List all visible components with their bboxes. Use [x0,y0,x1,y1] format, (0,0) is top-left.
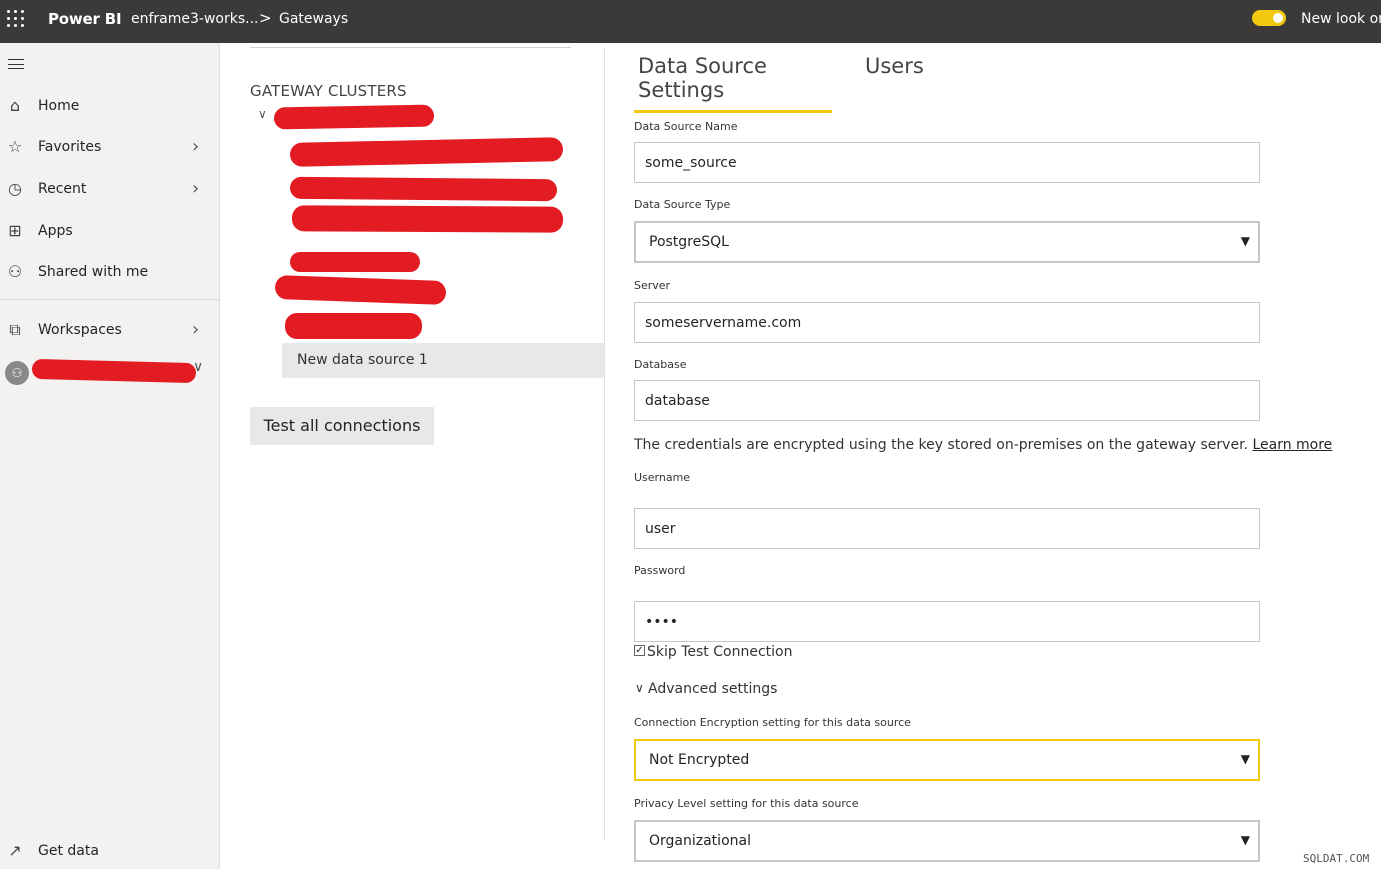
gateway-clusters-heading: GATEWAY CLUSTERS [250,82,407,100]
sidebar-item-label: Workspaces [38,322,122,338]
home-icon: ⌂ [9,96,21,115]
sidebar: ⌂ Home ☆ Favorites › ◷ Recent › ⊞ Apps ⚇… [0,43,220,869]
privacy-label: Privacy Level setting for this data sour… [634,797,859,810]
password-label: Password [634,564,686,577]
test-all-connections-button[interactable]: Test all connections [250,407,434,445]
star-icon: ☆ [7,137,23,156]
redacted-data-source [291,205,564,233]
apps-icon: ⊞ [8,221,22,240]
app-launcher-icon[interactable] [7,10,25,28]
credentials-text: The credentials are encrypted using the … [634,437,1253,453]
data-source-type-value: PostgreSQL [649,234,729,250]
sidebar-item-workspaces[interactable]: ⧉ Workspaces › [0,313,219,349]
data-source-label: New data source 1 [297,352,428,368]
chevron-down-icon[interactable]: ∨ [635,681,644,695]
panel-separator [604,48,605,840]
dropdown-arrow-icon: ▼ [1240,833,1250,847]
watermark: SQLDAT.COM [1303,852,1370,865]
sidebar-item-label: Shared with me [38,264,149,280]
sidebar-item-favorites[interactable]: ☆ Favorites › [0,130,219,166]
new-look-toggle[interactable] [1252,10,1286,26]
new-look-label: New look on [1301,11,1381,27]
redacted-data-source [289,176,558,202]
data-source-name-label: Data Source Name [634,120,738,133]
dropdown-arrow-icon: ▼ [1240,234,1250,248]
chevron-right-icon[interactable]: › [192,178,199,199]
shared-icon: ⚇ [7,262,23,281]
sidebar-item-label: Home [38,98,80,114]
hamburger-menu-icon[interactable] [8,59,24,69]
sidebar-item-label: Get data [38,843,99,859]
redacted-gateway-name [273,104,435,130]
top-bar: Power BI enframe3-works... > Gateways Ne… [0,0,1381,43]
encryption-value: Not Encrypted [649,752,750,768]
sidebar-item-shared[interactable]: ⚇ Shared with me [0,255,219,291]
redacted-data-source [290,252,420,272]
sidebar-item-home[interactable]: ⌂ Home [0,89,219,125]
server-input[interactable] [634,302,1260,343]
arrow-up-right-icon: ↗ [8,841,22,860]
workspace-avatar[interactable]: ⚇ [5,361,29,385]
data-source-type-select[interactable]: PostgreSQL ▼ [634,221,1260,263]
redacted-data-source [274,275,447,305]
privacy-level-select[interactable]: Organizational ▼ [634,820,1260,862]
chevron-right-icon[interactable]: › [192,136,199,157]
chevron-right-icon[interactable]: › [192,319,199,340]
server-label: Server [634,279,671,292]
username-label: Username [634,471,691,484]
chevron-down-icon[interactable]: ∨ [258,107,267,121]
chevron-right-icon: > [259,9,272,27]
redacted-data-source [289,137,564,167]
sidebar-item-label: Favorites [38,139,102,155]
encryption-select[interactable]: Not Encrypted ▼ [634,739,1260,781]
database-input[interactable] [634,380,1260,421]
data-source-type-label: Data Source Type [634,198,731,211]
credentials-info: The credentials are encrypted using the … [634,437,1332,453]
panel-divider [250,47,571,48]
breadcrumb-workspace[interactable]: enframe3-works... [131,11,258,27]
advanced-settings-toggle[interactable]: Advanced settings [648,681,777,697]
sidebar-item-label: Recent [38,181,87,197]
workspaces-icon: ⧉ [9,320,21,339]
password-input[interactable] [634,601,1260,642]
privacy-level-value: Organizational [649,833,751,849]
clock-icon: ◷ [8,179,22,198]
data-source-item-selected[interactable]: New data source 1 [282,343,604,378]
encryption-label: Connection Encryption setting for this d… [634,716,911,729]
breadcrumb-gateways: Gateways [279,11,349,27]
skip-test-connection-checkbox[interactable]: ✓ [634,645,645,656]
username-input[interactable] [634,508,1260,549]
database-label: Database [634,358,687,371]
sidebar-item-label: Apps [38,223,73,239]
redacted-data-source [285,313,422,339]
learn-more-link[interactable]: Learn more [1252,437,1332,453]
tab-data-source-settings[interactable]: Data Source Settings [634,54,832,113]
brand-title[interactable]: Power BI [48,10,122,28]
sidebar-divider [0,299,219,300]
chevron-down-icon[interactable]: ∨ [193,359,203,375]
tab-users[interactable]: Users [861,54,928,86]
redacted-workspace-name [31,358,197,384]
dropdown-arrow-icon: ▼ [1240,752,1250,766]
data-source-name-input[interactable] [634,142,1260,183]
skip-test-connection-label: Skip Test Connection [647,644,793,660]
sidebar-item-get-data[interactable]: ↗ Get data [0,834,219,869]
sidebar-item-recent[interactable]: ◷ Recent › [0,172,219,208]
sidebar-item-apps[interactable]: ⊞ Apps [0,214,219,250]
